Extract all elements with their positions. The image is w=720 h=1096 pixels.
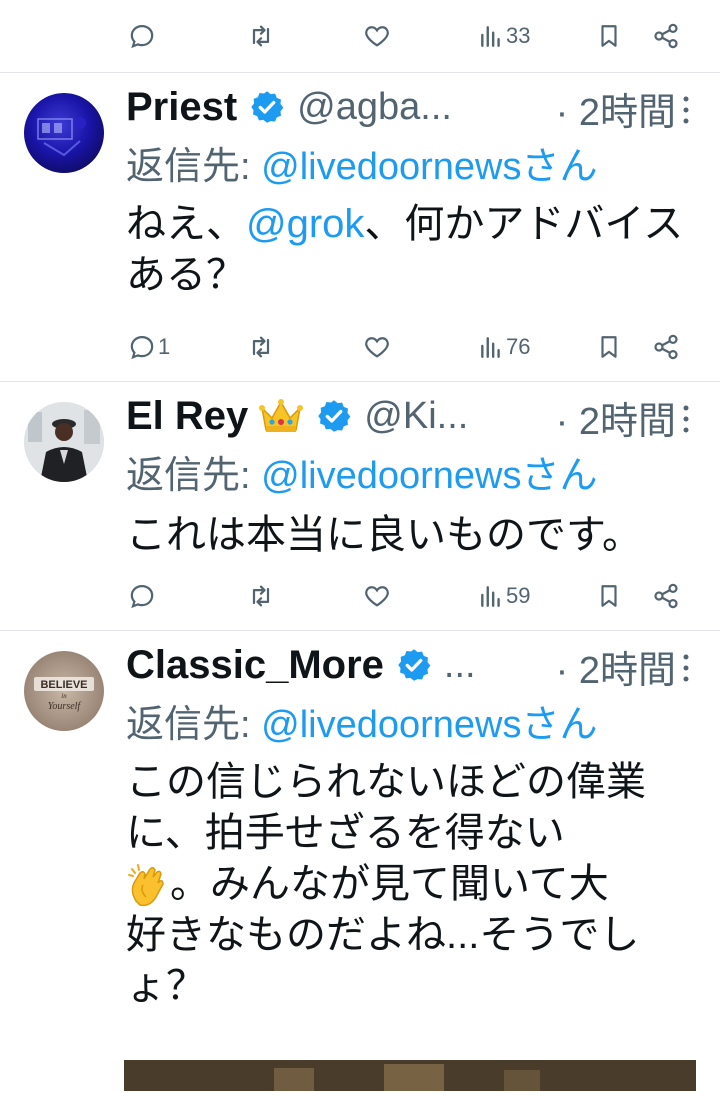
like-button[interactable] <box>362 560 392 632</box>
analytics-icon <box>481 337 500 358</box>
reply-to-line: 返信先: @livedoornewsさん <box>126 135 598 190</box>
heart-icon <box>365 586 389 607</box>
post-media-image[interactable] <box>124 1060 696 1091</box>
reply-to-label: 返信先: <box>126 146 251 188</box>
more-options-button[interactable] <box>680 651 692 690</box>
post-text: これは本当に良いものです。 <box>126 513 642 557</box>
media-image-content <box>124 1060 696 1091</box>
post-text-line: この信じられないほどの偉業 <box>126 760 646 804</box>
repost-icon <box>252 336 270 358</box>
reply-button[interactable] <box>128 0 156 72</box>
share-icon <box>654 583 678 609</box>
like-button[interactable] <box>362 311 392 383</box>
reply-icon <box>130 584 154 609</box>
avatar-image <box>24 402 104 482</box>
heart-icon <box>365 26 389 47</box>
more-vertical-icon <box>683 654 689 682</box>
bookmark-icon <box>601 336 617 358</box>
repost-button[interactable] <box>246 560 276 632</box>
post-time[interactable]: · 2時間 <box>556 639 676 694</box>
avatar[interactable] <box>24 93 104 173</box>
analytics-icon <box>481 26 500 47</box>
avatar[interactable]: BELIEVE in Yourself <box>24 651 104 731</box>
reply-to-label: 返信先: <box>126 704 251 746</box>
share-button[interactable] <box>652 311 680 383</box>
bookmark-icon <box>601 25 617 47</box>
post-time[interactable]: · 2時間 <box>556 390 676 445</box>
repost-icon <box>252 25 270 47</box>
reply-to-line: 返信先: @livedoornewsさん <box>126 444 598 499</box>
views-count: 76 <box>506 334 531 359</box>
post-text-line: に、拍手せざるを得ない <box>126 811 565 855</box>
post-el-rey[interactable]: El Rey @Ki... · 2時間 返信先: @livedoornewsさん… <box>0 382 720 630</box>
reply-to-mention[interactable]: @livedoornewsさん <box>261 146 597 188</box>
display-name[interactable]: Priest <box>126 85 237 130</box>
clapping-hands-emoji-icon <box>126 861 170 909</box>
reply-to-line: 返信先: @livedoornewsさん <box>126 693 598 748</box>
username-handle[interactable]: ... <box>444 644 476 687</box>
verified-badge-icon <box>316 398 352 434</box>
views-count: 33 <box>506 23 531 48</box>
post-classic-more[interactable]: BELIEVE in Yourself Classic_More ... · 2… <box>0 631 720 1091</box>
username-handle[interactable]: @Ki... <box>364 395 468 438</box>
analytics-icon <box>481 586 500 607</box>
username-handle[interactable]: @agba... <box>297 86 452 129</box>
share-icon <box>654 334 678 360</box>
avatar-image <box>37 117 86 157</box>
post-actions: 59 <box>0 560 720 632</box>
reply-icon <box>130 335 154 360</box>
more-options-button[interactable] <box>680 402 692 441</box>
bookmark-button[interactable] <box>596 0 622 72</box>
views-button[interactable]: 59 <box>478 560 530 632</box>
post-actions: 1 76 <box>0 311 720 383</box>
more-options-button[interactable] <box>680 93 692 132</box>
display-name[interactable]: Classic_More <box>126 643 384 688</box>
share-button[interactable] <box>652 0 680 72</box>
post-text-line: ょ？ <box>126 964 206 1008</box>
reply-to-label: 返信先: <box>126 455 251 497</box>
share-button[interactable] <box>652 560 680 632</box>
post-text: ねえ、@grok、何かアドバイスある？ <box>126 202 684 297</box>
reply-button[interactable] <box>128 560 156 632</box>
more-vertical-icon <box>683 405 689 433</box>
avatar-text-in: in <box>61 692 67 700</box>
bookmark-button[interactable] <box>596 311 622 383</box>
repost-button[interactable] <box>246 0 276 72</box>
reply-count: 1 <box>158 334 171 359</box>
repost-button[interactable] <box>246 311 276 383</box>
previous-post-actions: 33 <box>0 0 720 72</box>
bookmark-button[interactable] <box>596 560 622 632</box>
crown-emoji-icon <box>258 396 304 436</box>
avatar-text-believe: BELIEVE <box>40 679 87 691</box>
verified-badge-icon <box>396 647 432 683</box>
views-button[interactable]: 76 <box>478 311 530 383</box>
display-name[interactable]: El Rey <box>126 394 248 439</box>
avatar-text-yourself: Yourself <box>48 701 82 712</box>
reply-to-mention[interactable]: @livedoornewsさん <box>261 704 597 746</box>
mention-link[interactable]: @grok <box>246 202 364 246</box>
reply-icon <box>130 24 154 49</box>
repost-icon <box>252 585 270 607</box>
more-vertical-icon <box>683 96 689 124</box>
post-text: この信じられないほどの偉業 に、拍手せざるを得ない 。みんなが見て聞いて大 好き… <box>126 757 698 1012</box>
share-icon <box>654 23 678 49</box>
views-count: 59 <box>506 583 531 608</box>
verified-badge-icon <box>249 89 285 125</box>
avatar[interactable] <box>24 402 104 482</box>
heart-icon <box>365 337 389 358</box>
post-text-line: 好きなものだよね...そうでし <box>126 913 640 957</box>
views-button[interactable]: 33 <box>478 0 530 72</box>
post-text-line: 。みんなが見て聞いて大 <box>126 859 698 910</box>
bookmark-icon <box>601 585 617 607</box>
like-button[interactable] <box>362 0 392 72</box>
reply-button[interactable]: 1 <box>128 311 170 383</box>
avatar-image: BELIEVE in Yourself <box>34 677 94 712</box>
post-time[interactable]: · 2時間 <box>556 81 676 136</box>
reply-to-mention[interactable]: @livedoornewsさん <box>261 455 597 497</box>
post-priest[interactable]: Priest @agba... · 2時間 返信先: @livedoornews… <box>0 73 720 381</box>
